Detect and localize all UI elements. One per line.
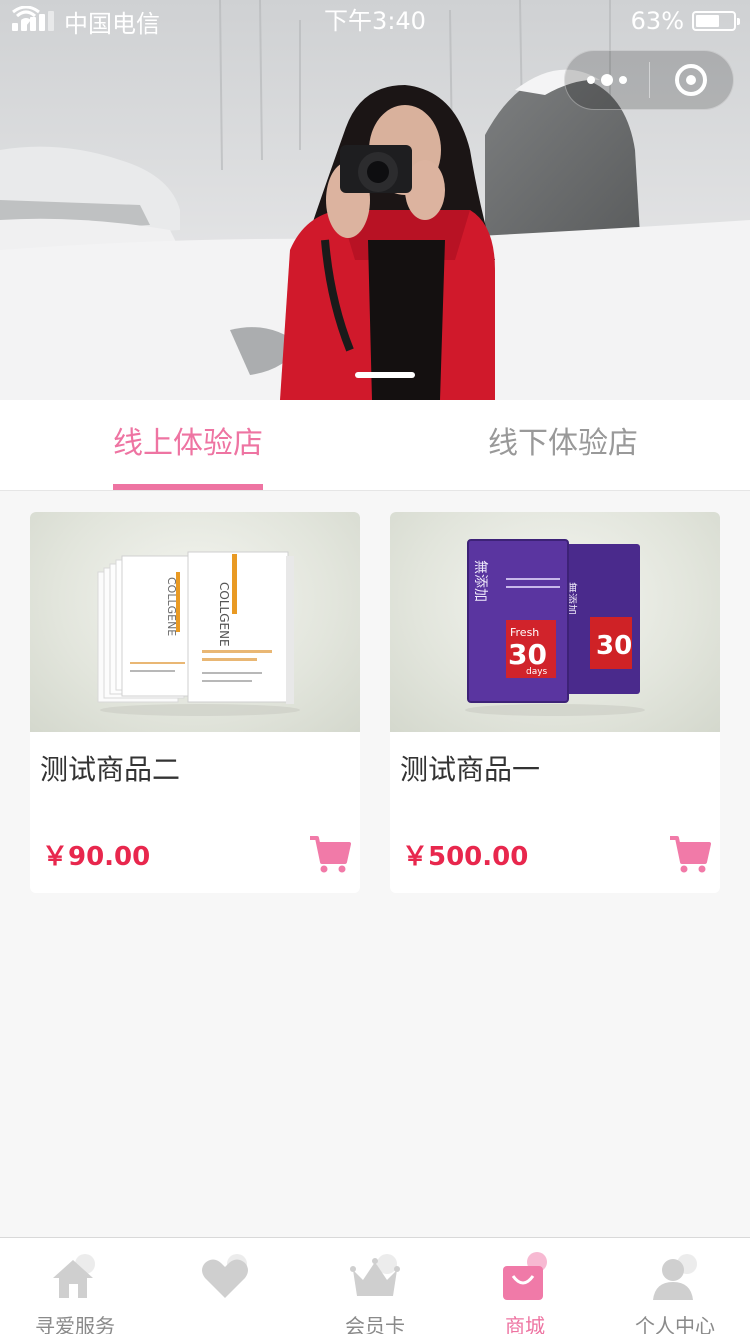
tab-offline-store[interactable]: 线下体验店 [488, 400, 638, 490]
svg-text:days: days [526, 667, 548, 677]
bottom-tab-bar: 寻爱服务 会员卡 商城 个人中心 [0, 1237, 750, 1334]
banner-carousel[interactable]: 中国电信 下午3:40 63% [0, 0, 750, 400]
svg-text:COLLGENE: COLLGENE [165, 577, 178, 636]
product-name[interactable]: 测试商品二 [40, 748, 180, 788]
svg-text:COLLGENE: COLLGENE [217, 582, 231, 647]
mini-program-capsule [564, 50, 734, 110]
tabbar-label: 商城 [505, 1314, 545, 1334]
battery-icon [692, 11, 740, 31]
product-name[interactable]: 测试商品一 [400, 748, 540, 788]
heart-icon [202, 1254, 248, 1298]
product-card[interactable]: COLLGENE COLLGENE 测试商品二 ￥90.00 [30, 512, 360, 893]
tabbar-item-heart[interactable] [150, 1238, 300, 1334]
active-tab-indicator [113, 484, 263, 490]
carousel-indicator[interactable] [355, 372, 415, 378]
collagen-mask-box-icon: COLLGENE COLLGENE [97, 551, 300, 716]
svg-text:無添加: 無添加 [472, 560, 488, 602]
product-price: ￥500.00 [402, 842, 529, 872]
user-icon [653, 1254, 697, 1300]
add-to-cart-icon[interactable] [668, 832, 712, 876]
home-icon [53, 1254, 95, 1298]
battery-percent: 63% [630, 7, 684, 35]
target-close-icon [675, 64, 708, 96]
more-dot-icon [601, 74, 613, 86]
tabbar-label: 会员卡 [345, 1314, 405, 1334]
add-to-cart-icon[interactable] [308, 832, 352, 876]
purple-mask-box-icon: 30 無添加 無添加 Fresh 30 days [465, 539, 645, 716]
tabbar-item-love-service[interactable]: 寻爱服务 [0, 1238, 150, 1334]
close-mini-program-button[interactable] [650, 50, 733, 110]
product-image[interactable]: COLLGENE COLLGENE [30, 512, 360, 732]
tab-online-store[interactable]: 线上体验店 [113, 400, 263, 490]
tabbar-label: 寻爱服务 [35, 1314, 115, 1334]
store-tabs: 线上体验店 线下体验店 [0, 400, 750, 491]
status-bar: 中国电信 下午3:40 63% [0, 0, 750, 40]
tabbar-item-profile[interactable]: 个人中心 [600, 1238, 750, 1334]
more-dot-icon [587, 76, 595, 84]
product-image[interactable]: 30 無添加 無添加 Fresh 30 days [390, 512, 720, 732]
more-options-button[interactable] [565, 50, 649, 110]
more-dot-icon [619, 76, 627, 84]
product-card[interactable]: 30 無添加 無添加 Fresh 30 days 测试商品一 ￥500.00 [390, 512, 720, 893]
crown-icon [350, 1254, 400, 1296]
svg-text:30: 30 [596, 631, 632, 661]
shopping-bag-icon [503, 1252, 547, 1300]
tabbar-item-member-card[interactable]: 会员卡 [300, 1238, 450, 1334]
product-price: ￥90.00 [42, 842, 151, 872]
tabbar-label: 个人中心 [635, 1314, 715, 1334]
tabbar-item-mall[interactable]: 商城 [450, 1238, 600, 1334]
